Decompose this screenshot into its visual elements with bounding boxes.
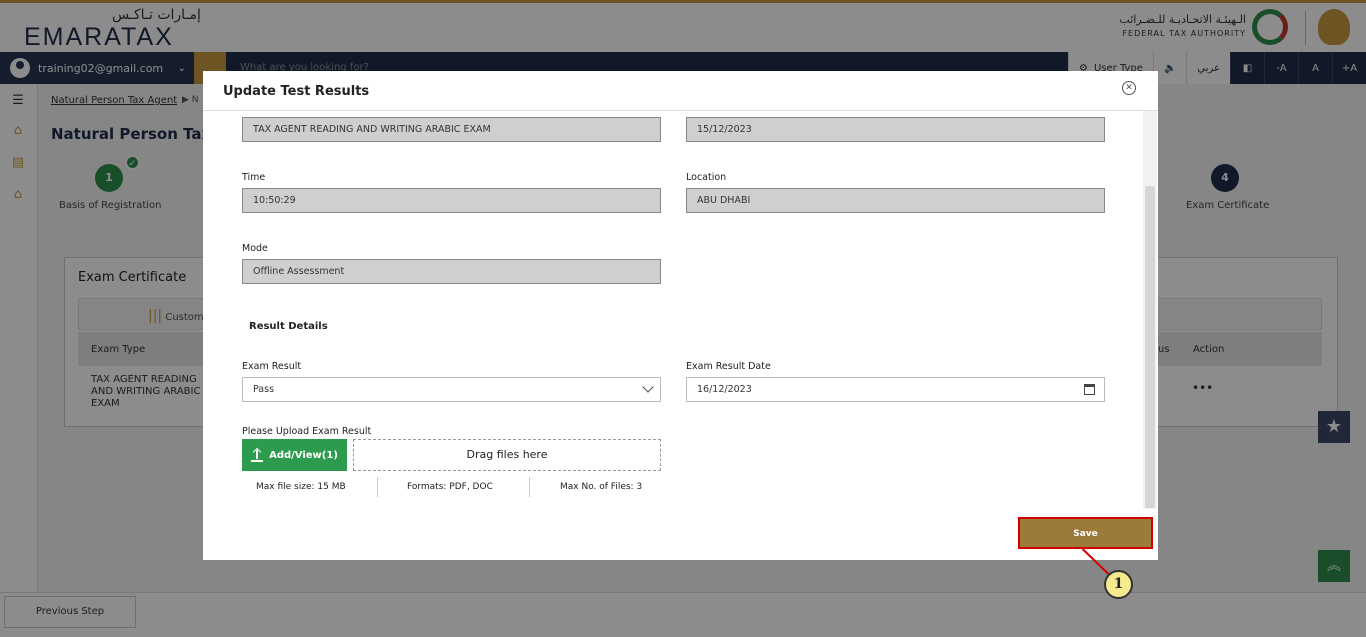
chevron-down-icon [642,381,654,393]
modal-title: Update Test Results [223,84,370,99]
upload-label: Please Upload Exam Result [242,426,372,437]
exam-result-date-label: Exam Result Date [686,361,771,372]
exam-date-field: 15/12/2023 [686,117,1105,142]
update-test-results-modal: Update Test Results ✕ TAX AGENT READING … [203,71,1158,560]
exam-result-label: Exam Result [242,361,302,372]
location-label: Location [686,172,727,183]
upload-icon [251,447,264,462]
add-view-label: Add/View(1) [269,449,338,461]
info-divider [529,477,530,497]
calendar-icon[interactable] [1084,384,1095,395]
exam-result-date-input[interactable]: 16/12/2023 [686,377,1105,402]
exam-name-field: TAX AGENT READING AND WRITING ARABIC EXA… [242,117,661,142]
close-icon[interactable]: ✕ [1122,81,1136,95]
scrollbar-thumb[interactable] [1145,186,1155,508]
time-label: Time [242,172,266,183]
max-files: Max No. of Files: 3 [560,482,643,492]
file-drop-zone[interactable]: Drag files here [353,439,661,471]
add-view-button[interactable]: Add/View(1) [242,439,347,471]
mode-field: Offline Assessment [242,259,661,284]
exam-result-date-value: 16/12/2023 [697,384,752,395]
max-file-size: Max file size: 15 MB [256,482,346,492]
modal-header: Update Test Results ✕ [203,71,1158,111]
callout-badge: 1 [1104,570,1133,599]
location-field: ABU DHABI [686,188,1105,213]
info-divider [377,477,378,497]
save-button[interactable]: Save [1017,516,1154,550]
mode-label: Mode [242,243,268,254]
time-field: 10:50:29 [242,188,661,213]
exam-result-value: Pass [253,384,275,395]
result-details-heading: Result Details [249,321,328,332]
file-formats: Formats: PDF, DOC [407,482,493,492]
exam-result-select[interactable]: Pass [242,377,661,402]
